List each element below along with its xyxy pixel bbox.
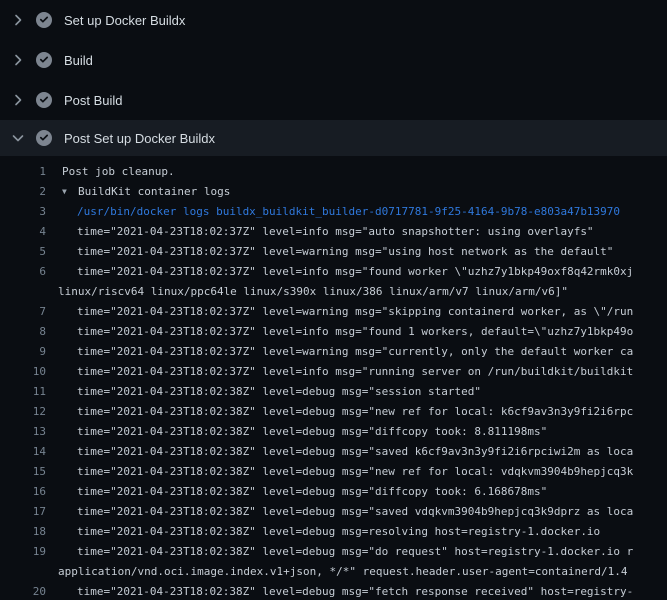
step-header-post-set-up-docker-buildx[interactable]: Post Set up Docker Buildx xyxy=(0,120,667,156)
log-line-number[interactable]: 11 xyxy=(0,382,46,402)
step-header-build[interactable]: Build xyxy=(0,40,667,80)
log-line-number[interactable]: 9 xyxy=(0,342,46,362)
steps-list: Set up Docker Buildx Build Post Build xyxy=(0,0,667,156)
log-line-number[interactable]: 16 xyxy=(0,482,46,502)
step-label: Build xyxy=(64,53,93,68)
chevron-right-icon xyxy=(10,52,26,68)
log-line-content: time="2021-04-23T18:02:38Z" level=debug … xyxy=(58,382,667,402)
log-line: 19 time="2021-04-23T18:02:38Z" level=deb… xyxy=(0,542,667,582)
log-line: 10 time="2021-04-23T18:02:37Z" level=inf… xyxy=(0,362,667,382)
log-text: time="2021-04-23T18:02:37Z" level=info m… xyxy=(58,262,667,282)
log-line-number[interactable]: 2 xyxy=(0,182,46,202)
log-line: 17 time="2021-04-23T18:02:38Z" level=deb… xyxy=(0,502,667,522)
log-line: 15 time="2021-04-23T18:02:38Z" level=deb… xyxy=(0,462,667,482)
log-line-content: time="2021-04-23T18:02:37Z" level=warnin… xyxy=(58,342,667,362)
check-circle-icon xyxy=(36,92,52,108)
chevron-right-icon xyxy=(10,92,26,108)
log-line-number[interactable]: 18 xyxy=(0,522,46,542)
log-line: 20 time="2021-04-23T18:02:38Z" level=deb… xyxy=(0,582,667,600)
log-line-content: time="2021-04-23T18:02:38Z" level=debug … xyxy=(58,482,667,502)
log-line: 9 time="2021-04-23T18:02:37Z" level=warn… xyxy=(0,342,667,362)
log-line-number[interactable]: 3 xyxy=(0,202,46,222)
log-line: 18 time="2021-04-23T18:02:38Z" level=deb… xyxy=(0,522,667,542)
log-line-content: time="2021-04-23T18:02:37Z" level=info m… xyxy=(58,362,667,382)
log-line-content: time="2021-04-23T18:02:38Z" level=debug … xyxy=(58,522,667,542)
log-line-number[interactable]: 13 xyxy=(0,422,46,442)
log-text-wrap: linux/riscv64 linux/ppc64le linux/s390x … xyxy=(58,282,667,302)
log-line: 12 time="2021-04-23T18:02:38Z" level=deb… xyxy=(0,402,667,422)
chevron-down-icon xyxy=(10,130,26,146)
log-line-number[interactable]: 1 xyxy=(0,162,46,182)
log-line-content: time="2021-04-23T18:02:37Z" level=warnin… xyxy=(58,242,667,262)
log-line-number[interactable]: 10 xyxy=(0,362,46,382)
check-circle-icon xyxy=(36,12,52,28)
log-line: 4 time="2021-04-23T18:02:37Z" level=info… xyxy=(0,222,667,242)
log-line: 6 time="2021-04-23T18:02:37Z" level=info… xyxy=(0,262,667,302)
group-title: BuildKit container logs xyxy=(78,185,230,198)
log-line: 8 time="2021-04-23T18:02:37Z" level=info… xyxy=(0,322,667,342)
log-line-number[interactable]: 8 xyxy=(0,322,46,342)
log-line-content: time="2021-04-23T18:02:37Z" level=info m… xyxy=(58,262,667,302)
log-text: time="2021-04-23T18:02:38Z" level=debug … xyxy=(58,542,667,562)
log-line: 13 time="2021-04-23T18:02:38Z" level=deb… xyxy=(0,422,667,442)
log-line-content: ▼BuildKit container logs xyxy=(58,182,667,202)
check-circle-icon xyxy=(36,52,52,68)
log-line-content: time="2021-04-23T18:02:37Z" level=info m… xyxy=(58,222,667,242)
log-line: 2 ▼BuildKit container logs xyxy=(0,182,667,202)
log-line-content: time="2021-04-23T18:02:38Z" level=debug … xyxy=(58,402,667,422)
log-line: 14 time="2021-04-23T18:02:38Z" level=deb… xyxy=(0,442,667,462)
log-text-wrap: application/vnd.oci.image.index.v1+json,… xyxy=(58,562,667,582)
log-line-content: /usr/bin/docker logs buildx_buildkit_bui… xyxy=(58,202,667,222)
log-line-content: Post job cleanup. xyxy=(58,162,667,182)
step-header-post-build[interactable]: Post Build xyxy=(0,80,667,120)
chevron-right-icon xyxy=(10,12,26,28)
actions-log-viewer: Set up Docker Buildx Build Post Build xyxy=(0,0,667,600)
group-collapse-icon[interactable]: ▼ xyxy=(62,182,78,202)
log-line-number[interactable]: 19 xyxy=(0,542,46,582)
log-line-number[interactable]: 4 xyxy=(0,222,46,242)
log-line: 3 /usr/bin/docker logs buildx_buildkit_b… xyxy=(0,202,667,222)
step-label: Post Set up Docker Buildx xyxy=(64,131,215,146)
log-lines: 1 Post job cleanup. 2 ▼BuildKit containe… xyxy=(0,156,667,600)
log-line: 5 time="2021-04-23T18:02:37Z" level=warn… xyxy=(0,242,667,262)
log-line-content: time="2021-04-23T18:02:38Z" level=debug … xyxy=(58,542,667,582)
log-line: 16 time="2021-04-23T18:02:38Z" level=deb… xyxy=(0,482,667,502)
log-line-number[interactable]: 12 xyxy=(0,402,46,422)
log-line: 7 time="2021-04-23T18:02:37Z" level=warn… xyxy=(0,302,667,322)
check-circle-icon xyxy=(36,130,52,146)
log-line-number[interactable]: 6 xyxy=(0,262,46,302)
log-line-content: time="2021-04-23T18:02:37Z" level=info m… xyxy=(58,322,667,342)
step-label: Set up Docker Buildx xyxy=(64,13,185,28)
log-line-content: time="2021-04-23T18:02:38Z" level=debug … xyxy=(58,502,667,522)
log-line: 11 time="2021-04-23T18:02:38Z" level=deb… xyxy=(0,382,667,402)
step-label: Post Build xyxy=(64,93,123,108)
log-line-content: time="2021-04-23T18:02:38Z" level=debug … xyxy=(58,422,667,442)
log-line-number[interactable]: 7 xyxy=(0,302,46,322)
log-line-content: time="2021-04-23T18:02:38Z" level=debug … xyxy=(58,462,667,482)
log-line-number[interactable]: 17 xyxy=(0,502,46,522)
log-line-number[interactable]: 5 xyxy=(0,242,46,262)
step-header-set-up-docker-buildx[interactable]: Set up Docker Buildx xyxy=(0,0,667,40)
log-line-number[interactable]: 20 xyxy=(0,582,46,600)
log-line-number[interactable]: 15 xyxy=(0,462,46,482)
log-line-number[interactable]: 14 xyxy=(0,442,46,462)
log-line-content: time="2021-04-23T18:02:37Z" level=warnin… xyxy=(58,302,667,322)
log-line-content: time="2021-04-23T18:02:38Z" level=debug … xyxy=(58,582,667,600)
log-line: 1 Post job cleanup. xyxy=(0,162,667,182)
log-line-content: time="2021-04-23T18:02:38Z" level=debug … xyxy=(58,442,667,462)
